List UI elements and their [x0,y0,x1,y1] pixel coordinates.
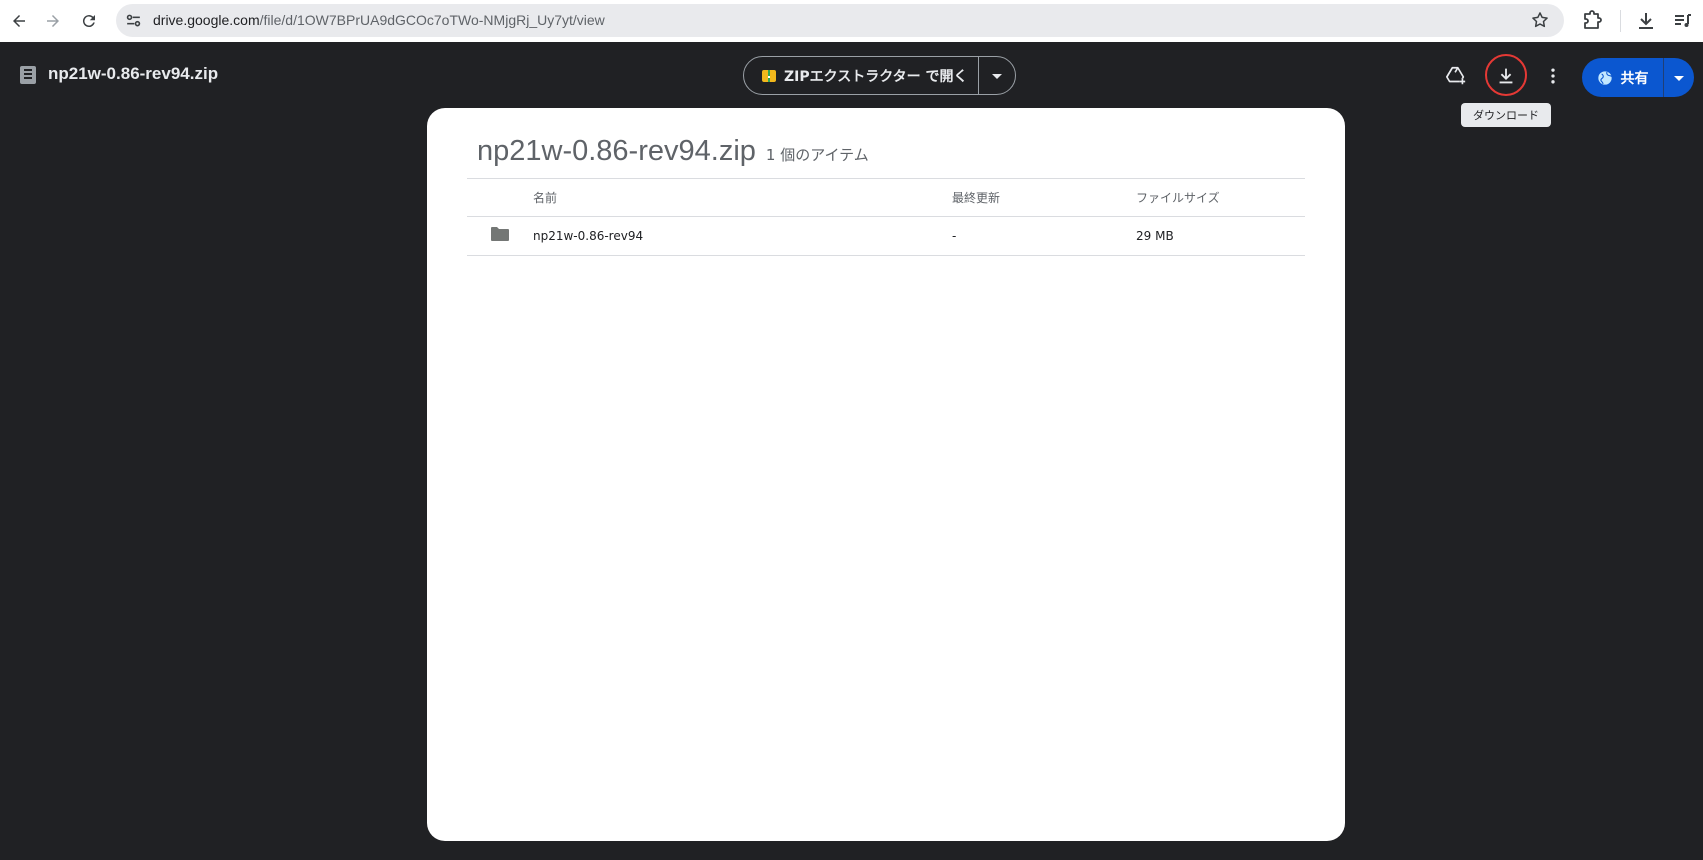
back-button[interactable] [4,6,34,36]
caret-down-icon [992,73,1002,79]
row-size: 29 MB [1136,229,1174,243]
item-count: 1 個のアイテム [765,146,869,164]
zip-title: np21w-0.86-rev94.zip [477,135,756,167]
column-header-name[interactable]: 名前 [533,189,557,206]
reload-button[interactable] [74,6,104,36]
reading-list-icon[interactable] [1671,9,1695,33]
bookmark-star-icon[interactable] [1530,10,1550,30]
reload-icon [82,15,95,28]
extensions-puzzle-icon[interactable] [1580,9,1604,33]
download-icon [1499,68,1513,84]
forward-button[interactable] [38,6,68,36]
caret-down-icon [1674,75,1684,81]
arrow-right-icon [47,15,59,27]
file-title: np21w-0.86-rev94.zip [48,64,219,83]
address-bar[interactable]: drive.google.com/file/d/1OW7BPrUA9dGCOc7… [116,4,1564,37]
share-button[interactable]: 共有 [1582,58,1664,97]
zip-preview-panel: np21w-0.86-rev94.zip 1 個のアイテム 名前 最終更新 ファ… [427,108,1345,841]
share-button-group: 共有 [1582,58,1694,97]
share-dropdown[interactable] [1664,58,1694,97]
url-path: /file/d/1OW7BPrUA9dGCOc7oTWo-NMjgRj_Uy7y… [259,12,605,28]
zip-file-icon [20,66,36,84]
folder-icon [491,227,509,241]
table-divider [467,178,1305,179]
site-settings-icon[interactable] [124,11,143,30]
url-text[interactable]: drive.google.com/file/d/1OW7BPrUA9dGCOc7… [153,12,605,28]
open-with-dropdown[interactable] [979,57,1015,94]
row-name: np21w-0.86-rev94 [533,229,644,243]
download-button[interactable] [1486,56,1526,96]
arrow-left-icon [13,15,25,27]
globe-icon [1597,70,1612,85]
table-row[interactable]: np21w-0.86-rev94 - 29 MB [467,217,1305,255]
row-modified: - [952,229,957,243]
column-header-size[interactable]: ファイルサイズ [1136,189,1220,206]
url-host: drive.google.com [153,12,260,28]
column-header-modified[interactable]: 最終更新 [952,189,1000,206]
add-shortcut-button[interactable] [1436,56,1476,96]
open-with-button-group: ZIPエクストラクター で開く [743,56,1016,95]
downloads-icon[interactable] [1634,9,1658,33]
more-actions-button[interactable] [1533,56,1573,96]
toolbar-divider [1620,10,1621,32]
drive-add-shortcut-icon [1446,66,1466,85]
browser-toolbar: drive.google.com/file/d/1OW7BPrUA9dGCOc7… [0,0,1703,42]
zip-extractor-app-icon [762,69,776,82]
panel-header: np21w-0.86-rev94.zip 1 個のアイテム [477,135,869,168]
download-tooltip: ダウンロード [1461,103,1551,127]
table-divider [467,255,1305,256]
open-with-button[interactable]: ZIPエクストラクター で開く [744,57,979,94]
more-vert-icon [1551,68,1555,84]
open-with-label: ZIPエクストラクター で開く [784,68,968,85]
share-label: 共有 [1620,70,1649,87]
